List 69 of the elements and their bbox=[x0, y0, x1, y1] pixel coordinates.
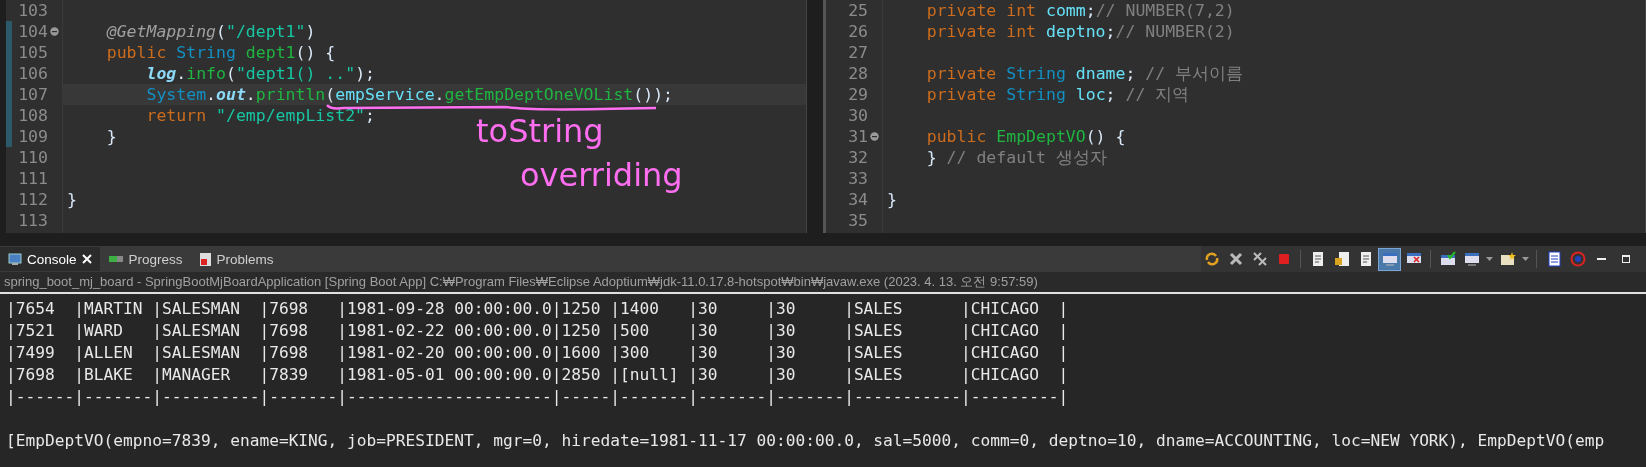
line-number: 29 bbox=[847, 85, 868, 104]
line-number: 103 bbox=[17, 1, 48, 20]
code-line: public String dept1() { bbox=[105, 43, 336, 62]
line-number: 30 bbox=[847, 106, 868, 125]
view-tab[interactable]: Problems bbox=[190, 247, 282, 271]
line-number: 25 bbox=[847, 1, 868, 20]
line-number: 112 bbox=[17, 190, 48, 209]
handwritten-note: toString bbox=[476, 112, 605, 150]
lock-document-icon bbox=[1333, 251, 1350, 267]
code-editor[interactable]: 25 26 27 28 29 30 31 32 33 34 35 private int comm;// NUMBER(7,2) private int deptno;// NUMBER(2) private String dname; // 부서이름 private String loc; // 지역 public EmpDeptVO() { } // default 생성자 } bbox=[823, 0, 1646, 233]
code-line: private String loc; // 지역 bbox=[925, 83, 1190, 106]
list-document-icon bbox=[1545, 251, 1562, 267]
caret-icon bbox=[1486, 257, 1493, 261]
console-line: |7499 |ALLEN |SALESMAN |7698 |1981-02-20 00:00:00.0|1600 |300 |30 |30 |SALES |CHICAGO | bbox=[6, 342, 1070, 364]
code-line: public EmpDeptVO() { bbox=[925, 127, 1126, 146]
console-line: |------|-------|----------|-------|---------------------|-----|-------|-------|-------|-----------|---------| bbox=[6, 386, 1070, 408]
line-number: 31 bbox=[847, 127, 868, 146]
code-line: return "/emp/empList2"; bbox=[145, 106, 375, 125]
line-number: 34 bbox=[847, 190, 868, 209]
progress-bar-icon bbox=[107, 253, 124, 265]
monitor-icon bbox=[8, 252, 22, 266]
line-number: 106 bbox=[17, 64, 48, 83]
warning-document-icon bbox=[198, 251, 212, 267]
code-line: } bbox=[66, 190, 77, 209]
window-icon bbox=[1463, 251, 1480, 267]
target-icon bbox=[1569, 251, 1586, 267]
fold-icon[interactable] bbox=[870, 132, 879, 141]
console-line: |7654 |MARTIN |SALESMAN |7698 |1981-09-28 00:00:00.0|1250 |1400 |30 |30 |SALES |CHICAGO | bbox=[6, 298, 1070, 320]
monitor-check-icon bbox=[1439, 251, 1456, 267]
line-number: 105 bbox=[17, 43, 48, 62]
line-number: 27 bbox=[847, 43, 868, 62]
code-line: private String dname; // 부서이름 bbox=[925, 62, 1244, 85]
code-line: private int deptno;// NUMBER(2) bbox=[925, 22, 1235, 41]
line-number: 33 bbox=[847, 169, 868, 188]
code-line: @GetMapping("/dept1") bbox=[105, 22, 316, 41]
double-cross-icon bbox=[1251, 251, 1268, 267]
code-line: } bbox=[886, 190, 897, 209]
line-number: 109 bbox=[17, 127, 48, 146]
caret-icon bbox=[1522, 257, 1529, 261]
close-icon[interactable] bbox=[81, 254, 92, 264]
line-number: 110 bbox=[17, 148, 48, 167]
view-tab[interactable]: Console bbox=[0, 247, 100, 271]
line-number: 26 bbox=[847, 22, 868, 41]
line-number: 32 bbox=[847, 148, 868, 167]
line-number: 35 bbox=[847, 211, 868, 230]
view-tab[interactable]: Progress bbox=[99, 247, 191, 271]
close-icon bbox=[1227, 251, 1244, 267]
line-number: 104 bbox=[17, 22, 48, 41]
code-line: } // default 생성자 bbox=[925, 146, 1107, 169]
console-line: |7521 |WARD |SALESMAN |7698 |1981-02-22 00:00:00.0|1250 |500 |30 |30 |SALES |CHICAGO | bbox=[6, 320, 1070, 342]
line-number: 107 bbox=[17, 85, 48, 104]
code-line: } bbox=[105, 127, 117, 146]
launch-description: spring_boot_mj_board - SpringBootMjBoardApplication [Spring Boot App] C:₩Program Files₩Eclipse Adoptium₩jdk-11.0.17.8-hotspot₩bin₩javaw.exe (2023. 4. 13. 오전 9:57:59) bbox=[0, 272, 1646, 294]
line-number: 113 bbox=[17, 211, 48, 230]
code-line: log.info("dept1() .."); bbox=[145, 64, 375, 83]
handwritten-note: overriding bbox=[520, 156, 683, 194]
sync-arrows-icon bbox=[1203, 251, 1220, 267]
line-number: 108 bbox=[17, 106, 48, 125]
console-line: [EmpDeptVO(empno=7839, ename=KING, job=PRESIDENT, mgr=0, hiredate=1981-11-17 00:00:00.0, sal=5000, comm=0, deptno=10, dname=ACCOUNTING, loc=NEW YORK), EmpDeptVO(emp bbox=[6, 430, 1606, 452]
new-window-icon bbox=[1499, 251, 1516, 267]
fold-icon[interactable] bbox=[50, 27, 59, 36]
code-editor[interactable] bbox=[6, 0, 807, 233]
line-number: 111 bbox=[17, 169, 48, 188]
line-number: 28 bbox=[847, 64, 868, 83]
minimize-icon bbox=[1597, 258, 1606, 260]
code-line: System.out.println(empService.getEmpDeptOneVOList()); bbox=[145, 85, 674, 104]
console-line: |7698 |BLAKE |MANAGER |7839 |1981-05-01 00:00:00.0|2850 |[null] |30 |30 |SALES |CHICAGO | bbox=[6, 364, 1070, 386]
code-line: private int comm;// NUMBER(7,2) bbox=[925, 1, 1235, 20]
window-icon bbox=[1381, 251, 1398, 267]
